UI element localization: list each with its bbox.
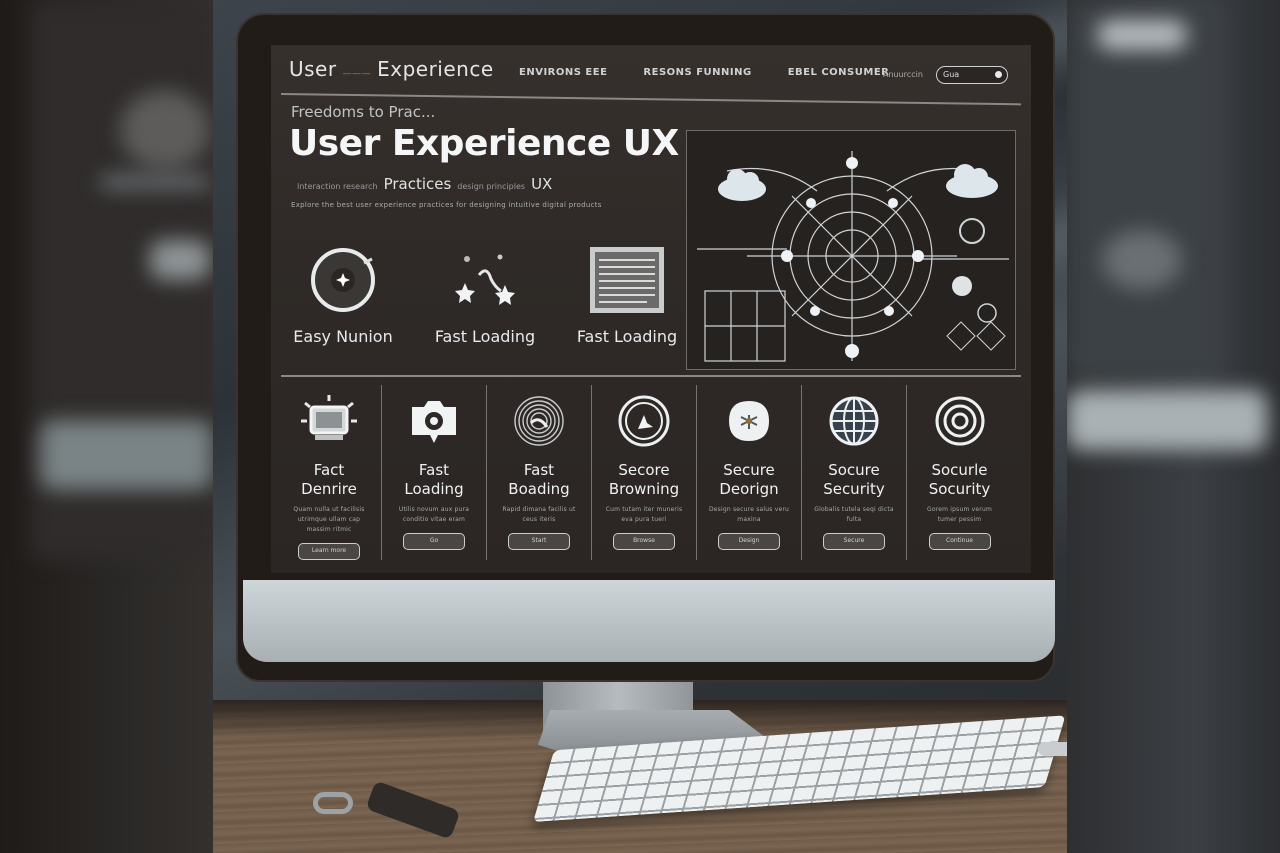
feature-card: Socure Security Globalis tutela seqi dict… [802, 385, 907, 560]
card-title: Secure Deorign [719, 461, 779, 498]
hero-kicker: Freedoms to Prac... [291, 103, 436, 121]
feature-card: Fast Loading Utilis novum aux pura condit… [382, 385, 487, 560]
dial-icon [281, 237, 405, 323]
card-title: Fast Boading [508, 461, 570, 498]
logo-filler: ——— [342, 69, 372, 79]
drone-icon [697, 391, 801, 451]
bullseye-icon [907, 391, 1012, 451]
card-button[interactable]: Browse [613, 533, 675, 550]
nav-item[interactable]: RESONS FUNNING [643, 67, 751, 78]
target-arrow-icon [592, 391, 696, 451]
feature-card: Socurle Socurity Gorem ipsum verum tumer … [907, 385, 1012, 560]
card-description: Rapid dimana facilis ut ceus iteris [502, 506, 576, 523]
card-button[interactable]: Start [508, 533, 570, 550]
search-label: Anuurccin [883, 70, 923, 79]
card-title: Secore Browning [608, 461, 680, 498]
card-button[interactable]: Secure [823, 533, 885, 550]
nav-item[interactable]: ENVIRONS EEE [519, 67, 607, 78]
hero-description: Explore the best user experience practic… [291, 201, 602, 209]
monitor-photo: User ——— Experience ENVIRONS EEE RESONS FU… [213, 0, 1067, 853]
feature-item[interactable]: Fast Loading [423, 237, 547, 346]
card-description: Cum tutam iter muneris eva pura tueri [605, 506, 683, 523]
blurred-background-left [0, 0, 213, 853]
monitor-icon [277, 391, 381, 451]
ux-illustration-panel [686, 130, 1016, 370]
card-description: Globalis tutela seqi dicta fulta [814, 506, 894, 523]
card-button[interactable]: Continue [928, 533, 991, 550]
feature-cards: Fact Denrire Quam nulla ut facilisis utri… [277, 385, 1012, 560]
sparkle-stars-icon [423, 237, 547, 323]
subtitle-mid: design principles [457, 182, 526, 191]
mouse [1038, 742, 1067, 756]
subtitle-main: Practices [383, 175, 452, 193]
card-title: Fast Loading [404, 461, 464, 498]
feature-list: Easy Nunion Fast Loading Fast Loading [281, 237, 689, 346]
logo-word-2: Experience [377, 57, 494, 81]
subtitle-end: UX [531, 175, 553, 193]
card-description: Utilis novum aux pura conditio vitae era… [398, 506, 470, 523]
feature-label: Fast Loading [434, 327, 536, 346]
camera-icon [382, 391, 486, 451]
search-input[interactable]: Gua [936, 66, 1008, 84]
subtitle-prefix: Interaction research [297, 182, 378, 191]
hero-title: User Experience UX [289, 123, 679, 164]
fingerprint-icon [487, 391, 591, 451]
key-ring [313, 792, 353, 814]
card-button[interactable]: Go [403, 533, 465, 550]
globe-icon [802, 391, 906, 451]
feature-label: Fast Loading [576, 327, 678, 346]
hero-subtitle: Interaction research Practices design prin… [291, 175, 552, 193]
monitor-chin [243, 580, 1055, 662]
nav-item[interactable]: EBEL CONSUMER [788, 67, 890, 78]
card-title: Socure Security [823, 461, 885, 498]
section-divider [281, 375, 1021, 377]
feature-card: Secore Browning Cum tutam iter muneris ev… [592, 385, 697, 560]
blurred-background-right [1067, 0, 1280, 853]
feature-card: Fact Denrire Quam nulla ut facilisis utri… [277, 385, 382, 560]
card-description: Gorem ipsum verum tumer pessim [926, 506, 992, 523]
site-header: User ——— Experience ENVIRONS EEE RESONS FU… [271, 45, 1031, 105]
feature-card: Fast Boading Rapid dimana facilis ut ceus… [487, 385, 592, 560]
card-description: Design secure salus veru maxina [708, 506, 790, 523]
cloud-icon [718, 164, 998, 201]
card-button[interactable]: Learn more [298, 543, 360, 560]
card-description: Quam nulla ut facilisis utrimque ullam c… [293, 506, 365, 533]
document-icon [565, 237, 689, 323]
search-icon[interactable] [995, 71, 1002, 78]
feature-card: Secure Deorign Design secure salus veru m… [697, 385, 802, 560]
feature-label: Easy Nunion [293, 327, 393, 346]
monitor-screen: User ——— Experience ENVIRONS EEE RESONS FU… [271, 45, 1031, 573]
card-title: Socurle Socurity [928, 461, 991, 498]
card-title: Fact Denrire [301, 461, 357, 498]
feature-item[interactable]: Fast Loading [565, 237, 689, 346]
site-logo[interactable]: User ——— Experience [289, 57, 494, 81]
search-value: Gua [943, 70, 960, 79]
main-nav: ENVIRONS EEE RESONS FUNNING EBEL CONSUME… [519, 67, 889, 78]
feature-item[interactable]: Easy Nunion [281, 237, 405, 346]
card-button[interactable]: Design [718, 533, 780, 550]
logo-word-1: User [289, 57, 337, 81]
